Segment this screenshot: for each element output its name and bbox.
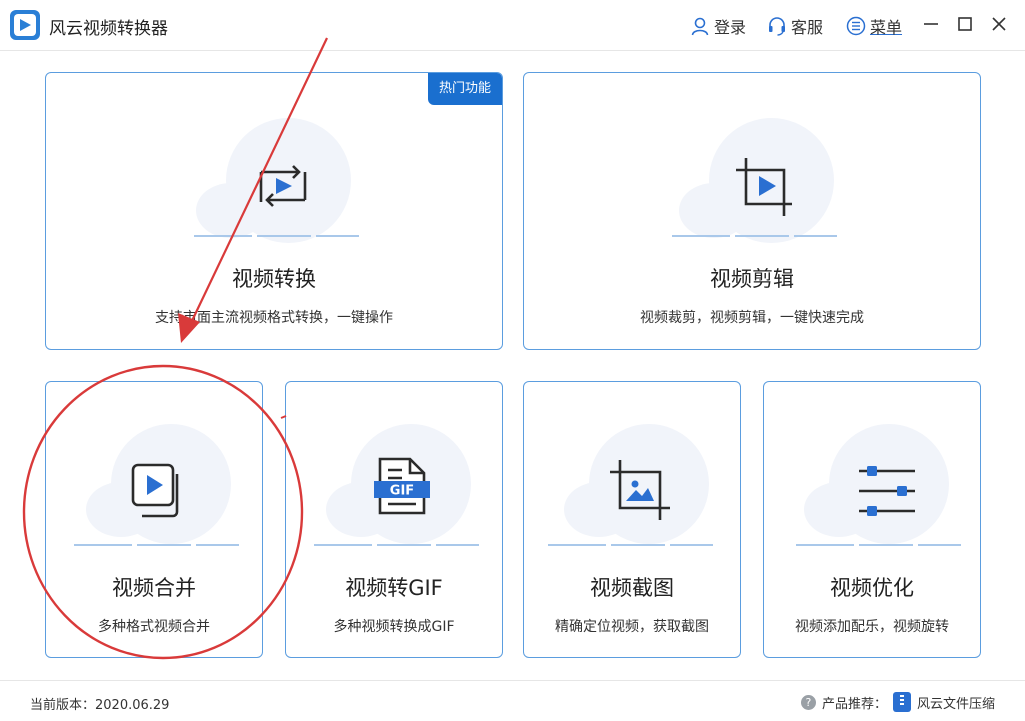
decor-underline <box>314 544 479 546</box>
video-merge-card[interactable]: 视频合并 多种格式视频合并 <box>45 381 263 658</box>
card-title: 视频转GIF <box>345 576 443 600</box>
hot-feature-badge: 热门功能 <box>428 73 502 105</box>
video-convert-icon <box>259 165 307 207</box>
recommend-product-link[interactable]: 风云文件压缩 <box>917 693 995 712</box>
close-icon[interactable] <box>988 12 1010 36</box>
card-description: 多种视频转换成GIF <box>333 619 455 635</box>
card-title: 视频合并 <box>112 576 196 600</box>
crop-icon <box>736 158 792 216</box>
customer-service-button[interactable]: 客服 <box>767 14 823 38</box>
video-optimize-card[interactable]: 视频优化 视频添加配乐，视频旋转 <box>763 381 981 658</box>
svg-text:GIF: GIF <box>390 484 414 499</box>
decor-underline <box>796 544 961 546</box>
menu-button[interactable]: 菜单 <box>846 14 902 38</box>
gif-file-icon: GIF <box>374 457 430 515</box>
menu-list-icon <box>846 16 866 36</box>
card-description: 支持市面主流视频格式转换，一键操作 <box>155 310 393 326</box>
help-icon[interactable]: ? <box>800 694 816 710</box>
menu-label: 菜单 <box>870 18 903 37</box>
card-title: 视频截图 <box>590 576 674 600</box>
video-to-gif-card[interactable]: GIF 视频转GIF 多种视频转换成GIF <box>285 381 503 658</box>
sliders-icon <box>859 466 915 516</box>
status-footer: 当前版本：2020.06.29 ? 产品推荐： 风云文件压缩 <box>0 680 1025 721</box>
title-bar: 风云视频转换器 登录 客服 菜单 <box>0 0 1025 51</box>
video-screenshot-card[interactable]: 视频截图 精确定位视频，获取截图 <box>523 381 741 658</box>
video-convert-card[interactable]: 热门功能 视频转换 支持市面主流视频格式转换，一键操作 <box>45 72 503 350</box>
zip-icon <box>892 692 911 712</box>
card-title: 视频优化 <box>830 576 914 600</box>
login-label: 登录 <box>714 18 747 37</box>
card-description: 视频添加配乐，视频旋转 <box>795 619 949 635</box>
image-crop-icon <box>610 460 670 520</box>
product-recommendation: ? 产品推荐： 风云文件压缩 <box>800 692 995 712</box>
decor-underline <box>194 235 359 237</box>
maximize-icon[interactable] <box>954 12 976 36</box>
card-title: 视频转换 <box>232 267 316 291</box>
decor-underline <box>672 235 837 237</box>
user-icon <box>691 17 709 36</box>
decor-underline <box>74 544 239 546</box>
app-title: 风云视频转换器 <box>49 19 168 39</box>
video-edit-card[interactable]: 视频剪辑 视频裁剪，视频剪辑，一键快速完成 <box>523 72 981 350</box>
decor-underline <box>548 544 713 546</box>
card-description: 精确定位视频，获取截图 <box>555 619 709 635</box>
headset-icon <box>769 17 785 36</box>
recommend-label: 产品推荐： <box>821 696 887 712</box>
service-label: 客服 <box>791 18 824 37</box>
minimize-icon[interactable] <box>920 12 942 36</box>
login-button[interactable]: 登录 <box>690 14 746 38</box>
version-label: 当前版本：2020.06.29 <box>30 698 170 713</box>
card-description: 多种格式视频合并 <box>98 619 210 635</box>
app-logo-icon <box>10 10 40 40</box>
video-merge-icon <box>131 463 179 518</box>
card-title: 视频剪辑 <box>710 267 794 291</box>
card-description: 视频裁剪，视频剪辑，一键快速完成 <box>640 310 864 326</box>
